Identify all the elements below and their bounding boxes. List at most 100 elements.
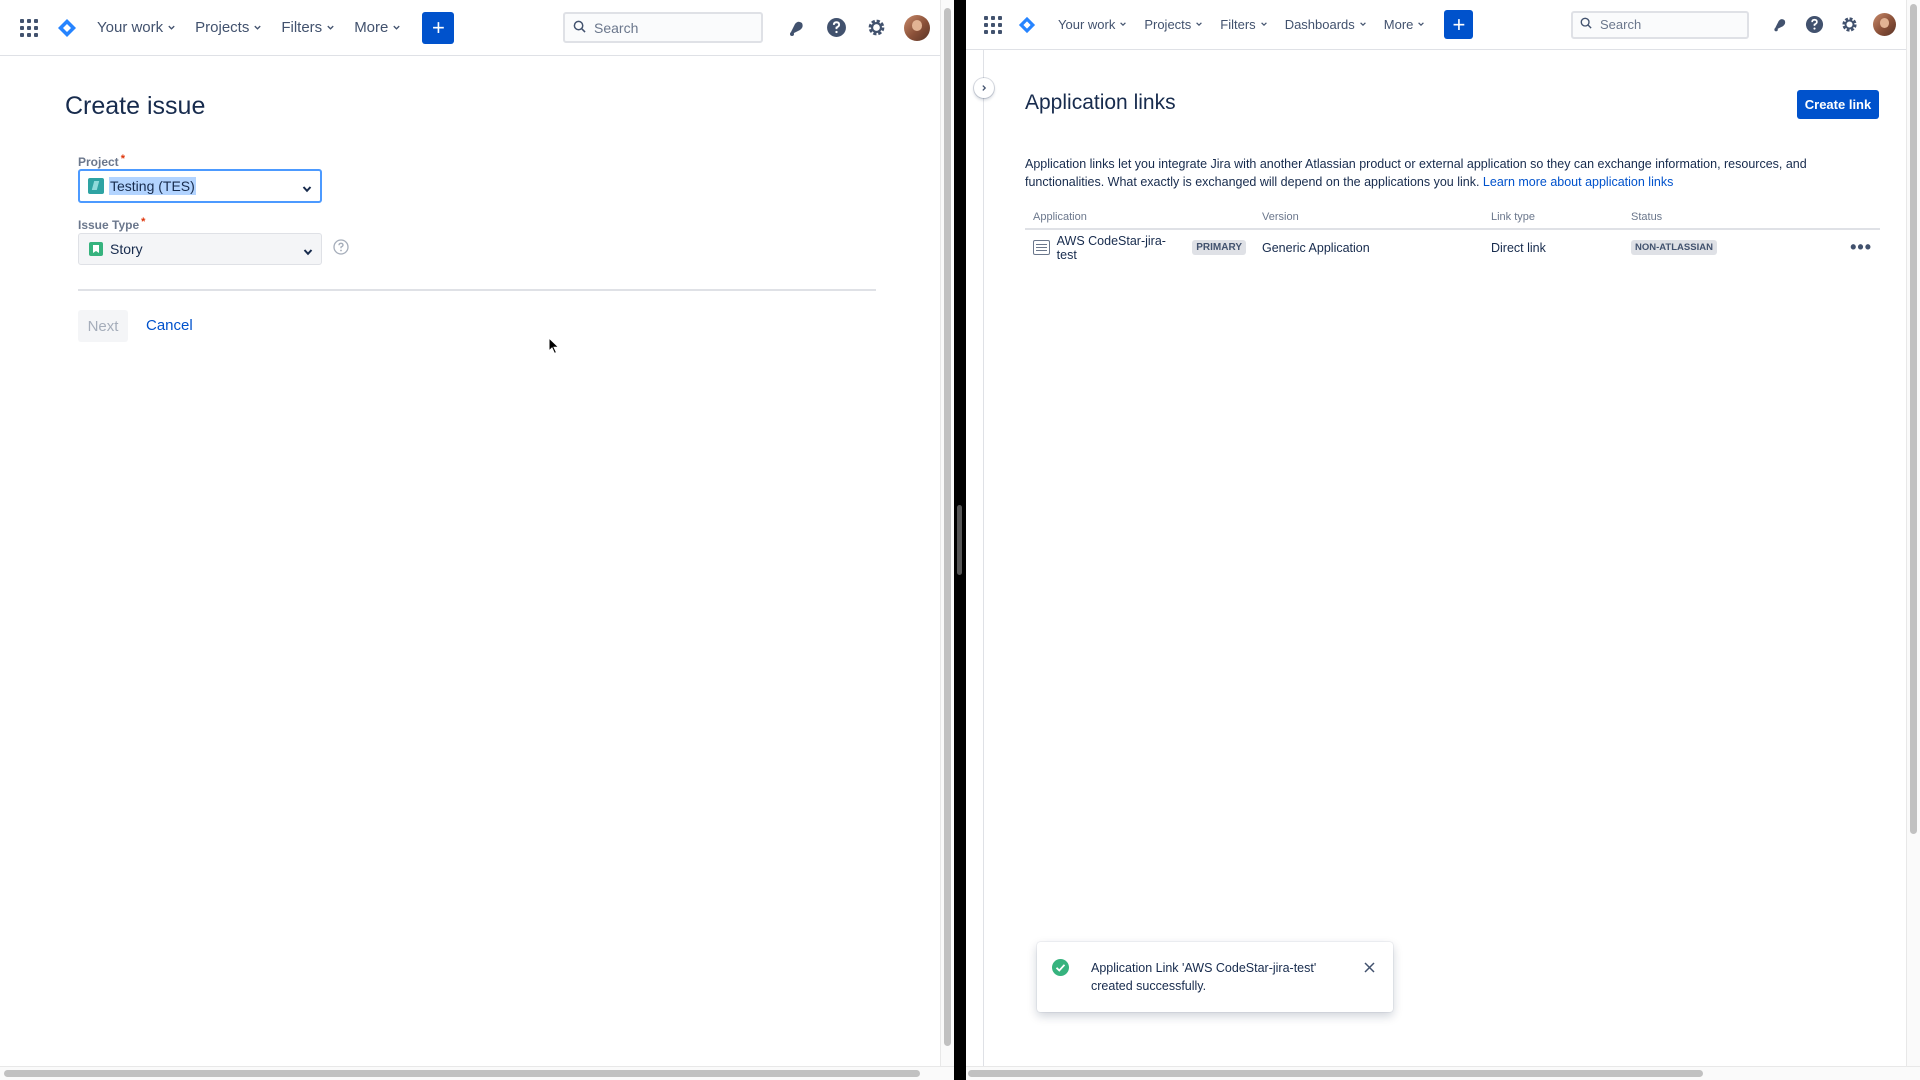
help-icon[interactable] (816, 8, 856, 48)
row-actions-button[interactable]: ••• (1850, 237, 1872, 257)
nav-right-group (1571, 0, 1906, 49)
next-button[interactable]: Next (78, 310, 128, 342)
project-select[interactable]: Testing (TES) (78, 169, 322, 203)
project-select-value: Testing (TES) (109, 177, 196, 195)
settings-icon[interactable] (856, 8, 896, 48)
split-divider[interactable] (954, 0, 966, 1080)
primary-badge: PRIMARY (1192, 240, 1246, 255)
page-description: Application links let you integrate Jira… (1025, 155, 1865, 191)
chevron-down-icon (1260, 20, 1269, 29)
close-icon[interactable] (1363, 961, 1376, 974)
form-divider (78, 289, 876, 291)
help-circle-icon[interactable] (333, 239, 349, 255)
vertical-scrollbar-thumb[interactable] (1910, 4, 1917, 834)
chevron-down-icon (302, 181, 312, 193)
vertical-scrollbar-thumb[interactable] (944, 8, 951, 1046)
cell-application: AWS CodeStar-jira-test PRIMARY (1025, 229, 1254, 265)
chevron-down-icon (1119, 20, 1128, 29)
nav-filters[interactable]: Filters (281, 19, 335, 36)
nav-filters-label: Filters (1220, 17, 1256, 32)
nav-dashboards-label: Dashboards (1284, 17, 1355, 32)
notification-icon[interactable] (1762, 7, 1797, 42)
page-title: Create issue (65, 92, 206, 120)
jira-logo-icon[interactable] (1016, 14, 1038, 36)
nav-projects[interactable]: Projects (195, 19, 262, 36)
nav-your-work-label: Your work (97, 19, 164, 36)
horizontal-scrollbar-thumb[interactable] (968, 1070, 1703, 1077)
notification-icon[interactable] (776, 8, 816, 48)
column-header-application: Application (1025, 208, 1254, 230)
check-circle-icon (1052, 959, 1069, 976)
vertical-scrollbar[interactable] (940, 0, 954, 1066)
jira-logo-icon[interactable] (56, 17, 78, 39)
settings-icon[interactable] (1832, 7, 1867, 42)
avatar[interactable] (1873, 13, 1896, 36)
nav-your-work[interactable]: Your work (1058, 17, 1128, 32)
search-icon (1580, 17, 1592, 32)
column-header-actions (1840, 208, 1880, 230)
cancel-button[interactable]: Cancel (146, 317, 193, 334)
help-icon[interactable] (1797, 7, 1832, 42)
nav-your-work[interactable]: Your work (97, 19, 176, 36)
horizontal-scrollbar[interactable] (0, 1066, 954, 1080)
application-links-table: Application Version Link type Status AWS… (1025, 208, 1880, 265)
create-link-button[interactable]: Create link (1797, 90, 1879, 119)
right-window: Your work Projects Filters Dashboards Mo… (966, 0, 1920, 1080)
column-header-version: Version (1254, 208, 1483, 230)
horizontal-scrollbar-thumb[interactable] (4, 1070, 920, 1077)
chevron-down-icon (1417, 20, 1426, 29)
expand-sidebar-button[interactable] (974, 78, 994, 98)
status-badge: NON-ATLASSIAN (1631, 239, 1717, 255)
cell-status: NON-ATLASSIAN (1623, 229, 1840, 265)
issue-type-label-text: Issue Type (78, 218, 140, 232)
sidebar-edge (983, 50, 984, 1066)
issue-type-select[interactable]: Story (78, 233, 322, 265)
horizontal-scrollbar[interactable] (966, 1066, 1920, 1080)
nav-more[interactable]: More (354, 19, 401, 36)
vertical-scrollbar[interactable] (1906, 0, 1920, 1066)
nav-more[interactable]: More (1384, 17, 1427, 32)
story-icon (89, 242, 103, 256)
search-input[interactable] (594, 19, 724, 36)
create-button[interactable]: + (1444, 10, 1474, 39)
cell-link-type: Direct link (1491, 240, 1546, 255)
app-grid-icon[interactable] (984, 15, 1002, 34)
project-label-text: Project (78, 155, 119, 169)
page-title: Application links (1025, 91, 1176, 114)
create-button[interactable]: + (422, 11, 455, 44)
column-header-status: Status (1623, 208, 1840, 230)
nav-projects[interactable]: Projects (1144, 17, 1204, 32)
application-cell: AWS CodeStar-jira-test PRIMARY (1033, 234, 1246, 262)
split-divider-handle[interactable] (957, 505, 962, 575)
chevron-right-icon (980, 79, 988, 97)
project-label: Project * (78, 153, 125, 169)
chevron-down-icon (326, 23, 335, 32)
chevron-down-icon (253, 23, 262, 32)
table-row: AWS CodeStar-jira-test PRIMARY Generic A… (1025, 229, 1880, 265)
search-input[interactable] (1600, 17, 1730, 32)
avatar[interactable] (904, 14, 930, 41)
nav-your-work-label: Your work (1058, 17, 1116, 32)
cursor-icon (548, 336, 560, 355)
top-navigation: Your work Projects Filters More + (0, 0, 940, 56)
search-box[interactable] (563, 12, 763, 43)
chevron-down-icon (1359, 20, 1368, 29)
nav-left-group: Your work Projects Filters Dashboards Mo… (984, 0, 1474, 49)
success-flag: Application Link 'AWS CodeStar-jira-test… (1037, 942, 1393, 1012)
app-grid-icon[interactable] (20, 18, 38, 37)
application-icon (1033, 240, 1050, 255)
search-icon (573, 20, 586, 36)
nav-projects-label: Projects (195, 19, 250, 36)
nav-dashboards[interactable]: Dashboards (1285, 17, 1368, 32)
nav-projects-label: Projects (1144, 17, 1192, 32)
required-marker: * (120, 153, 125, 165)
nav-more-label: More (1383, 17, 1414, 32)
search-box[interactable] (1571, 10, 1749, 39)
nav-more-label: More (354, 19, 389, 36)
chevron-down-icon (303, 244, 313, 256)
learn-more-link[interactable]: Learn more about application links (1483, 175, 1673, 189)
nav-filters[interactable]: Filters (1220, 17, 1268, 32)
chevron-down-icon (167, 23, 176, 32)
left-window: Your work Projects Filters More + Create… (0, 0, 954, 1080)
chevron-down-icon (392, 23, 401, 32)
